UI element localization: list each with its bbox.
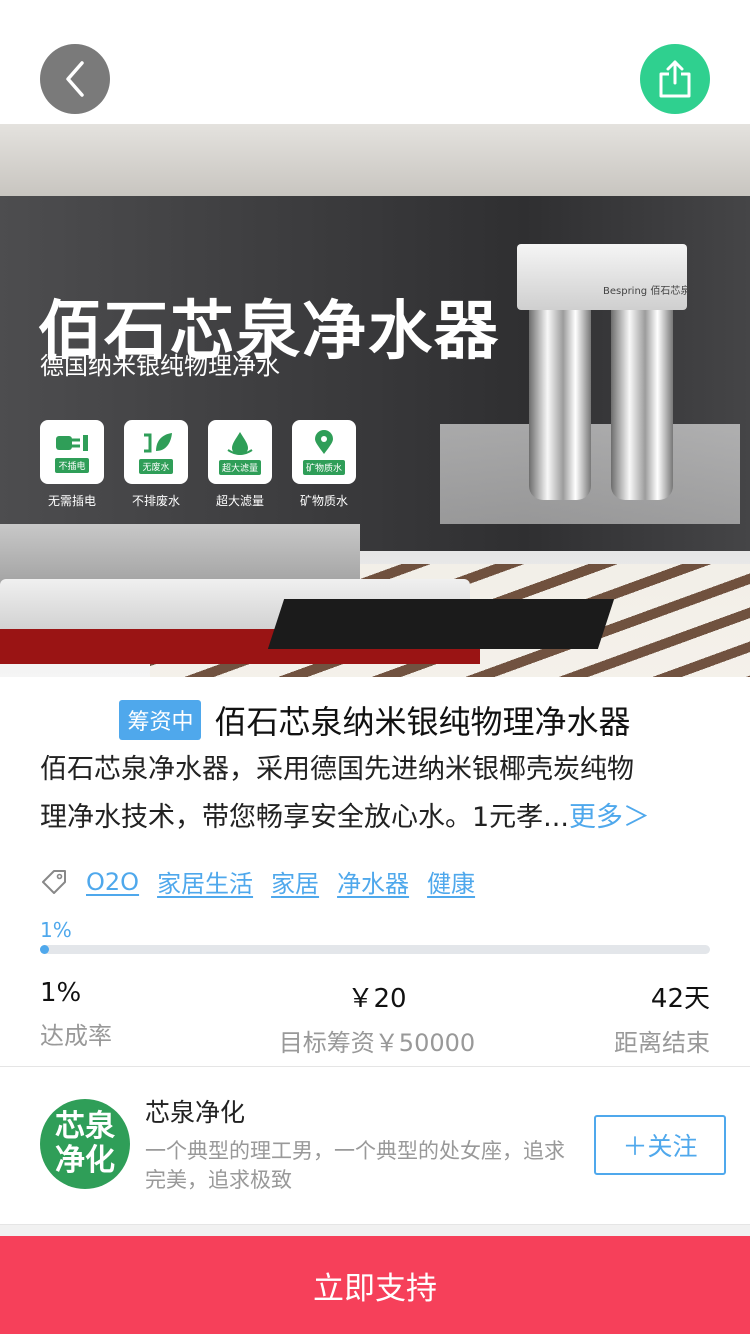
back-button[interactable]	[40, 44, 110, 114]
purifier-filter-canister	[529, 310, 591, 500]
more-link[interactable]: 更多＞	[569, 802, 650, 833]
description-line: 理净水技术，带您畅享安全放心水。1元孝...	[40, 802, 569, 833]
feature-tile: 超大滤量	[208, 420, 272, 484]
leaf-icon	[144, 432, 172, 452]
progress-fill	[40, 945, 49, 954]
support-now-button[interactable]: 立即支持	[0, 1236, 750, 1334]
chevron-left-icon	[66, 61, 84, 97]
stat-value: ￥20	[347, 984, 407, 1014]
project-description: 佰石芯泉净水器，采用德国先进纳米银椰壳炭纯物 理净水技术，带您畅享安全放心水。1…	[40, 746, 710, 842]
share-upload-icon	[659, 60, 691, 98]
stat-label: 目标筹资￥50000	[278, 1029, 476, 1057]
follow-button[interactable]: ＋关注	[594, 1115, 726, 1175]
feature-tag: 矿物质水	[302, 459, 345, 475]
feature-caption: 无需插电	[47, 494, 96, 508]
feature-no-power: 不插电 无需插电	[40, 420, 104, 509]
feature-large-capacity: 超大滤量 超大滤量	[208, 420, 272, 509]
banner-subtitle: 德国纳米银纯物理净水	[40, 352, 280, 380]
stat-funding-target: ￥20 目标筹资￥50000	[272, 978, 482, 1058]
status-badge: 筹资中	[119, 700, 202, 740]
project-title: 佰石芯泉纳米银纯物理净水器	[214, 703, 631, 741]
creator-bio: 一个典型的理工男，一个典型的处女座，追求完美，追求极致	[145, 1139, 565, 1192]
creator-card[interactable]: 芯泉 净化 芯泉净化 一个典型的理工男，一个典型的处女座，追求完美，追求极致 ＋…	[0, 1067, 750, 1227]
banner-ceiling	[0, 124, 750, 196]
top-bar	[0, 0, 750, 124]
purifier-filter-canister	[611, 310, 673, 500]
feature-tile: 无废水	[124, 420, 188, 484]
plug-icon	[56, 434, 88, 451]
water-drop-icon	[227, 431, 253, 455]
avatar-text: 芯泉	[55, 1109, 115, 1144]
tag-icon	[42, 869, 66, 894]
stat-label: 距离结束	[614, 1029, 710, 1057]
section-spacer	[0, 1224, 750, 1236]
feature-tag: 不插电	[55, 457, 89, 473]
avatar[interactable]: 芯泉 净化	[40, 1099, 130, 1189]
stat-label: 达成率	[40, 1022, 112, 1050]
feature-caption: 不排废水	[131, 494, 180, 508]
feature-no-waste-water: 无废水 不排废水	[124, 420, 188, 509]
purifier-head	[517, 244, 687, 310]
feature-tag: 超大滤量	[218, 459, 261, 475]
purifier-brand-label: Bespring 佰石芯泉	[603, 286, 691, 297]
feature-caption: 矿物质水	[299, 494, 348, 508]
product-banner-image[interactable]: 佰石芯泉净水器 德国纳米银纯物理净水 不插电 无需插电 无废水 不排废水 超大滤…	[0, 124, 750, 677]
progress-percent-label: 1%	[40, 918, 72, 942]
tag-home-living[interactable]: 家居生活	[157, 864, 253, 899]
tag-home[interactable]: 家居	[271, 864, 319, 899]
stat-days-left: 42天 距离结束	[614, 978, 710, 1058]
funding-progress-bar	[40, 945, 710, 954]
tag-list: O2O 家居生活 家居 净水器 健康	[40, 864, 475, 899]
stat-value: 1%	[40, 978, 82, 1008]
stat-completion-rate: 1% 达成率	[40, 978, 112, 1051]
share-button[interactable]	[640, 44, 710, 114]
project-title-row: 筹资中 佰石芯泉纳米银纯物理净水器	[0, 697, 750, 743]
feature-tile: 不插电	[40, 420, 104, 484]
avatar-text: 净化	[55, 1143, 115, 1178]
tag-o2o[interactable]: O2O	[86, 868, 139, 896]
location-drop-icon	[315, 429, 333, 454]
feature-mineral-water: 矿物质水 矿物质水	[292, 420, 356, 509]
description-line: 佰石芯泉净水器，采用德国先进纳米银椰壳炭纯物	[40, 754, 634, 785]
tag-health[interactable]: 健康	[427, 864, 475, 899]
stat-value: 42天	[650, 984, 710, 1014]
creator-name[interactable]: 芯泉净化	[145, 1093, 245, 1129]
product-purifier-image: Bespring 佰石芯泉	[515, 244, 695, 504]
feature-caption: 超大滤量	[215, 494, 264, 508]
description-line-with-more: 理净水技术，带您畅享安全放心水。1元孝...更多＞	[40, 794, 710, 842]
tag-water-purifier[interactable]: 净水器	[337, 864, 409, 899]
feature-tile: 矿物质水	[292, 420, 356, 484]
banner-coffee-table	[267, 599, 615, 649]
feature-tag: 无废水	[139, 458, 173, 474]
banner-feature-list: 不插电 无需插电 无废水 不排废水 超大滤量 超大滤量 矿物质水 矿物质水	[40, 420, 356, 509]
